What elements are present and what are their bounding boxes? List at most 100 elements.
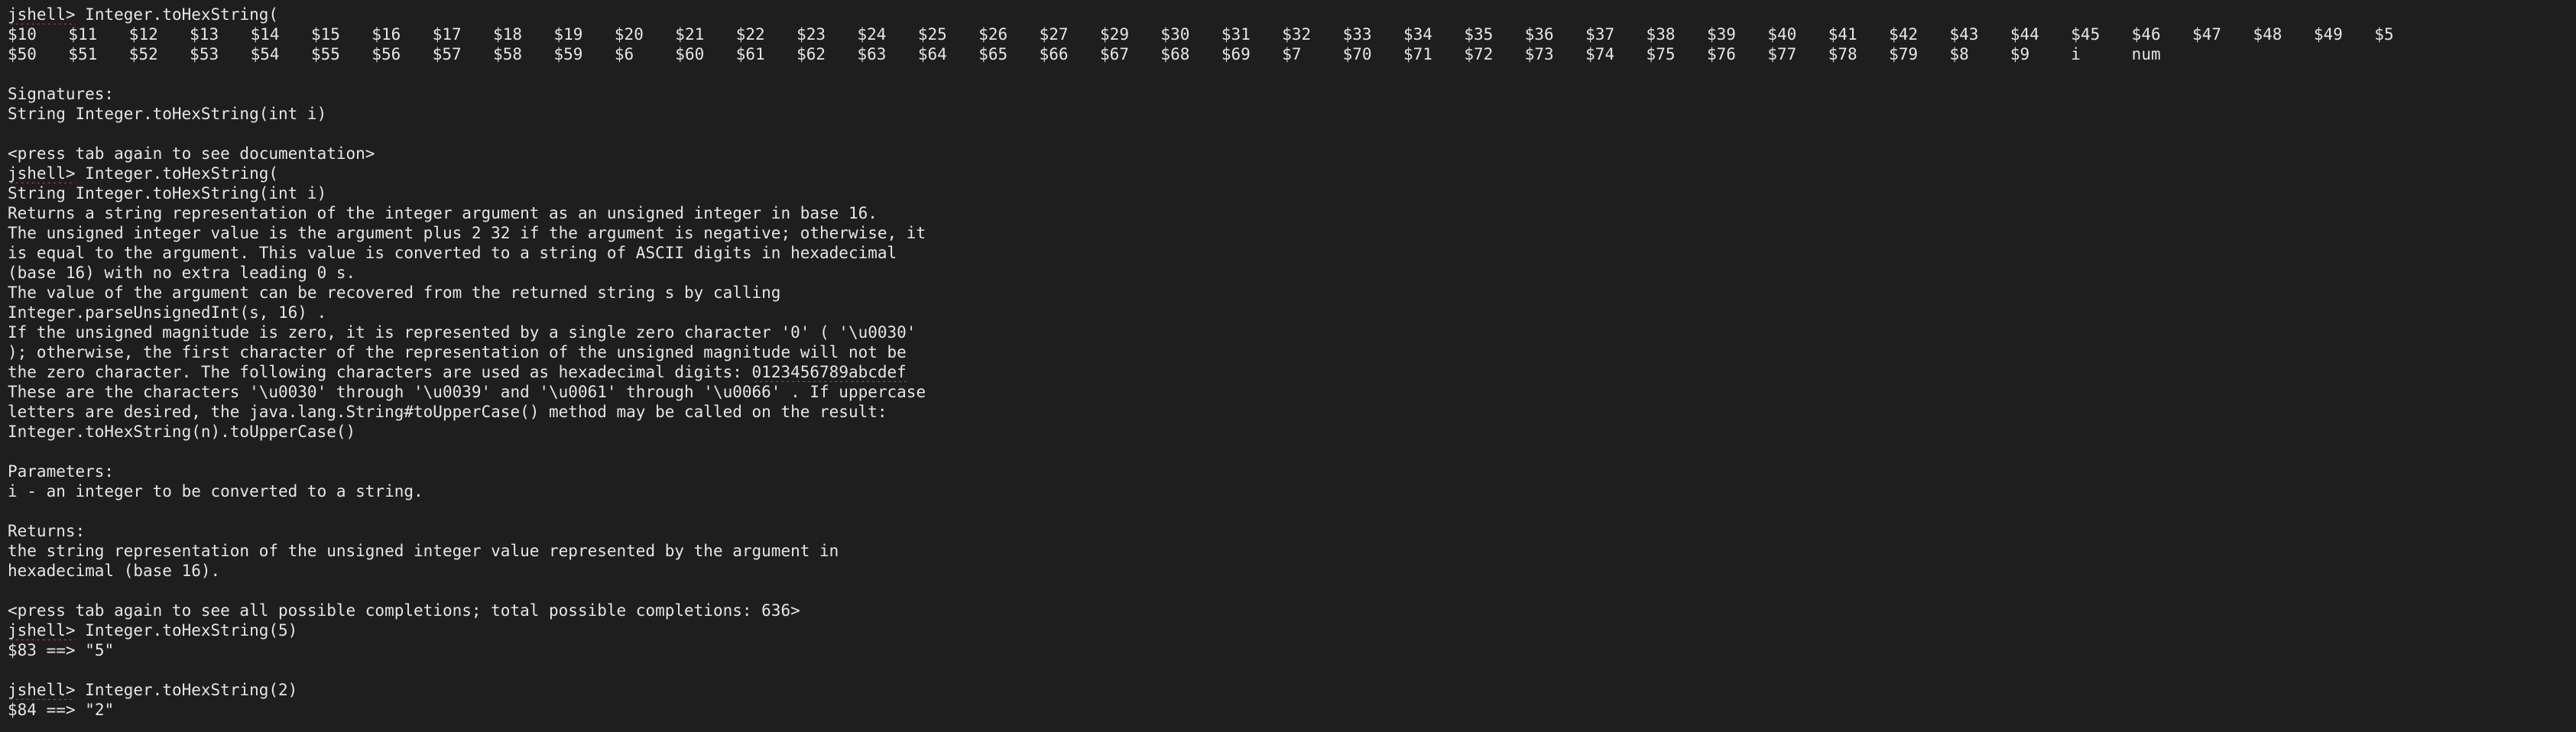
doc-line: These are the characters '\u0030' throug… <box>8 383 926 401</box>
completion-item: $11 <box>68 25 98 44</box>
signature-text: String Integer.toHexString(int i) <box>8 105 327 123</box>
doc-line: The value of the argument can be recover… <box>8 283 781 302</box>
hint-text: <press tab again to see all possible com… <box>8 601 800 620</box>
completion-item: $48 <box>2253 25 2282 44</box>
prompt: jshell> <box>8 5 76 24</box>
completion-item: $72 <box>1464 45 1494 63</box>
completion-item: $14 <box>250 25 280 44</box>
prompt-line: jshell> Integer.toHexString( <box>8 164 2576 183</box>
completion-item: $29 <box>1100 25 1129 44</box>
returns-heading: Returns: <box>8 522 86 540</box>
doc-line: letters are desired, the java.lang.Strin… <box>8 403 887 421</box>
completion-item: $40 <box>1767 25 1797 44</box>
completion-item: $58 <box>493 45 523 63</box>
completion-item: $15 <box>310 25 340 44</box>
completion-item: $13 <box>190 25 219 44</box>
completion-item: $9 <box>2010 45 2030 63</box>
completion-item: $22 <box>735 25 765 44</box>
completion-item: $16 <box>371 25 401 44</box>
completion-item: $19 <box>553 25 583 44</box>
completion-item: $50 <box>8 45 37 63</box>
completion-item: $62 <box>796 45 826 63</box>
completion-item: $57 <box>432 45 462 63</box>
completion-item: $77 <box>1767 45 1797 63</box>
returns-description: hexadecimal (base 16). <box>8 562 221 580</box>
doc-line: Returns a string representation of the i… <box>8 204 878 222</box>
result-arrow: ==> <box>46 641 76 659</box>
completion-item: $60 <box>675 45 705 63</box>
completion-item: $63 <box>857 45 887 63</box>
completion-item: $17 <box>432 25 462 44</box>
doc-line: is equal to the argument. This value is … <box>8 244 897 262</box>
result-line: $84 ==> "2" <box>8 700 2576 720</box>
completion-item: $18 <box>493 25 523 44</box>
completion-item: $6 <box>614 45 634 63</box>
completion-item: $55 <box>310 45 340 63</box>
completion-item: $65 <box>978 45 1008 63</box>
completion-item: $68 <box>1160 45 1190 63</box>
completion-item: $46 <box>2131 25 2161 44</box>
result-value: "5" <box>85 641 115 659</box>
completion-item: num <box>2131 45 2161 63</box>
parameter-description: i - an integer to be converted to a stri… <box>8 482 423 500</box>
result-var: $84 <box>8 701 37 719</box>
command-text: Integer.toHexString( <box>85 164 279 183</box>
completion-item: $39 <box>1706 25 1736 44</box>
completion-item: $67 <box>1100 45 1129 63</box>
doc-line: ); otherwise, the first character of the… <box>8 343 907 361</box>
completion-item: $32 <box>1282 25 1312 44</box>
completion-item: $27 <box>1039 25 1069 44</box>
completion-item: $43 <box>1949 25 1979 44</box>
returns-description: the string representation of the unsigne… <box>8 542 839 560</box>
command-text: Integer.toHexString(5) <box>85 621 298 640</box>
prompt: jshell> <box>8 164 76 183</box>
completion-item: $71 <box>1403 45 1432 63</box>
completion-item: $26 <box>978 25 1008 44</box>
terminal-window[interactable]: jshell> Integer.toHexString( $10 $11 $12 $1… <box>0 0 2576 732</box>
doc-line: The unsigned integer value is the argume… <box>8 224 926 242</box>
completion-item: $53 <box>190 45 219 63</box>
completion-item: $34 <box>1403 25 1432 44</box>
prompt-line: jshell> Integer.toHexString( <box>8 5 2576 24</box>
completion-item: $10 <box>8 25 37 44</box>
completion-item: $8 <box>1949 45 1969 63</box>
completion-item: $36 <box>1524 25 1554 44</box>
doc-line: Integer.toHexString(n).toUpperCase() <box>8 423 356 441</box>
completion-item: $5 <box>2374 25 2394 44</box>
completion-item: $76 <box>1706 45 1736 63</box>
completion-item: $31 <box>1221 25 1251 44</box>
result-var: $83 <box>8 641 37 659</box>
completion-item: $37 <box>1585 25 1615 44</box>
completion-item: $25 <box>917 25 947 44</box>
result-value: "2" <box>85 701 115 719</box>
completion-item: $70 <box>1342 45 1372 63</box>
completion-item: $74 <box>1585 45 1615 63</box>
completion-item: $51 <box>68 45 98 63</box>
completion-item: $66 <box>1039 45 1069 63</box>
doc-line: the zero character. The following charac… <box>8 362 2576 382</box>
completion-item: $56 <box>371 45 401 63</box>
prompt-line: jshell> Integer.toHexString(5) <box>8 620 2576 640</box>
result-arrow: ==> <box>46 701 76 719</box>
completion-item: $35 <box>1464 25 1494 44</box>
completion-item: $78 <box>1828 45 1857 63</box>
completion-item: $33 <box>1342 25 1372 44</box>
completion-item: $30 <box>1160 25 1190 44</box>
hex-digits: 0123456789abcdef <box>751 363 907 381</box>
completion-item: $21 <box>675 25 705 44</box>
completion-item: $7 <box>1282 45 1302 63</box>
parameters-heading: Parameters: <box>8 462 115 481</box>
hint-text: <press tab again to see documentation> <box>8 144 375 163</box>
doc-signature: String Integer.toHexString(int i) <box>8 184 327 202</box>
signatures-heading: Signatures: <box>8 85 115 103</box>
completion-item: $59 <box>553 45 583 63</box>
result-line: $83 ==> "5" <box>8 640 2576 660</box>
command-text: Integer.toHexString( <box>85 5 279 24</box>
doc-line: Integer.parseUnsignedInt(s, 16) . <box>8 303 327 322</box>
completion-item: $47 <box>2192 25 2221 44</box>
